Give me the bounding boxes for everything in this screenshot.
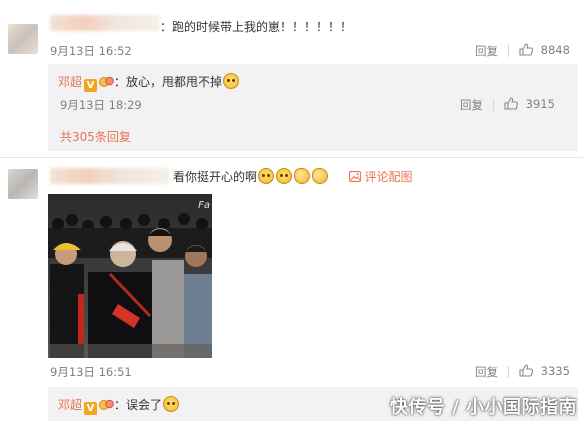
reply-line-2: 邓超 V ：误会了 [58, 396, 180, 415]
action-divider [508, 45, 509, 57]
reply-like-button-1[interactable]: 3915 [504, 97, 555, 111]
reply-button-1[interactable]: 回复 [475, 44, 498, 58]
verified-v-icon: V [84, 79, 98, 92]
doge-emoji-icon [223, 73, 240, 89]
commenter-avatar-2[interactable] [8, 169, 38, 199]
verified-v-icon: V [84, 402, 98, 415]
fan-medal-icon [99, 76, 114, 87]
reply-like-count-1: 3915 [525, 97, 555, 111]
watermark: 快传号 / 小小国际指南 [389, 397, 577, 418]
applause-emoji-icon [312, 168, 329, 184]
reply-author-2[interactable]: 邓超 [58, 398, 82, 412]
comment-separator [0, 157, 583, 158]
reply-reply-button-1[interactable]: 回复 [460, 98, 483, 112]
crowd-photo [48, 194, 212, 358]
thumbs-up-icon [504, 97, 518, 110]
comment-date-2: 9月13日 16:51 [50, 365, 132, 379]
more-replies-link[interactable]: 共305条回复 [60, 129, 131, 145]
doge-emoji-icon [163, 396, 180, 412]
reply-date-1: 9月13日 18:29 [60, 98, 142, 112]
doge-emoji-icon [276, 168, 293, 184]
reply-author-1[interactable]: 邓超 [58, 75, 82, 89]
comment-photo[interactable]: Fa [48, 194, 212, 358]
doge-emoji-icon [258, 168, 275, 184]
commenter-name-2[interactable] [50, 168, 170, 184]
like-button-2[interactable]: 3335 [519, 364, 570, 378]
like-count-1: 8848 [540, 43, 570, 57]
comment-text-2: 看你挺开心的啊 [173, 170, 258, 184]
applause-emoji-icon [294, 168, 311, 184]
reply-text-2: ：误会了 [114, 398, 163, 412]
image-icon [348, 171, 361, 182]
fan-medal-icon [99, 399, 114, 410]
thumbs-up-icon [519, 43, 533, 56]
action-divider [493, 99, 494, 111]
reply-button-2[interactable]: 回复 [475, 365, 498, 379]
comment-line-2: 看你挺开心的啊 评论配图 [173, 168, 413, 185]
action-divider [508, 366, 509, 378]
like-button-1[interactable]: 8848 [519, 43, 570, 57]
comment-text-1: ：跑的时候带上我的崽！！！！！！ [160, 20, 353, 34]
comment-image-link[interactable]: 评论配图 [365, 170, 413, 184]
photo-sign-text: Fa [198, 200, 210, 211]
commenter-avatar-1[interactable] [8, 24, 38, 54]
reply-line-1: 邓超 V ：放心，甩都甩不掉 [58, 73, 240, 92]
commenter-name-1[interactable] [50, 15, 160, 31]
thumbs-up-icon [519, 364, 533, 377]
like-count-2: 3335 [540, 364, 570, 378]
reply-text-1: ：放心，甩都甩不掉 [114, 75, 223, 89]
comment-date-1: 9月13日 16:52 [50, 44, 132, 58]
